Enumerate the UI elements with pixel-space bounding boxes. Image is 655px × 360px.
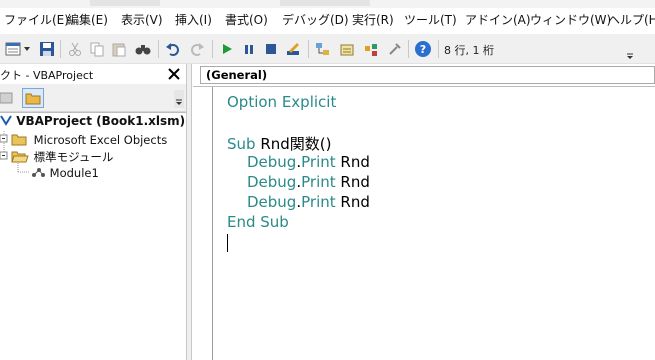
menu-help[interactable]: ヘルプ(H)	[608, 11, 655, 28]
menu-view[interactable]: 表示(V)	[121, 11, 163, 28]
menu-addins[interactable]: アドイン(A)	[465, 11, 531, 28]
undo-icon[interactable]	[164, 40, 182, 58]
panel-overflow-icon[interactable]	[174, 90, 184, 108]
code-text: Rnd	[335, 193, 370, 211]
title-shade	[90, 0, 160, 6]
toggle-folders-button[interactable]	[22, 88, 44, 108]
code-line-7: End Sub	[227, 213, 289, 231]
code-text: Rnd関数()	[255, 135, 332, 153]
standard-toolbar: ? 8 行, 1 桁	[0, 34, 655, 64]
run-icon[interactable]	[218, 40, 236, 58]
help-icon[interactable]: ?	[414, 40, 432, 58]
toolbox-icon[interactable]	[386, 40, 404, 58]
toolbar-separator	[408, 40, 409, 58]
code-line-6: Debug.Print Rnd	[247, 193, 370, 211]
tree-node-label: 標準モジュール	[33, 150, 114, 164]
menu-insert[interactable]: 挿入(I)	[175, 11, 212, 28]
title-strip	[0, 0, 655, 8]
keyword: Debug	[247, 153, 297, 171]
menu-format[interactable]: 書式(O)	[225, 11, 268, 28]
close-icon	[168, 68, 180, 80]
view-excel-icon[interactable]	[4, 40, 22, 58]
cut-icon[interactable]	[66, 40, 84, 58]
project-explorer-title: クト - VBAProject	[0, 69, 94, 82]
toolbar-separator	[158, 40, 159, 58]
open-folder-icon	[0, 151, 29, 163]
menu-file[interactable]: ファイル(E)	[4, 11, 69, 28]
pause-icon[interactable]	[240, 40, 258, 58]
tree-node-label: VBAProject (Book1.xlsm)	[16, 114, 186, 128]
view-code-icon[interactable]	[0, 90, 14, 106]
object-combo[interactable]: (General)	[200, 66, 655, 84]
keyword: End Sub	[227, 213, 289, 231]
tree-node-label: Module1	[49, 166, 99, 180]
module-icon	[32, 168, 45, 177]
paste-icon[interactable]	[110, 40, 128, 58]
menu-run[interactable]: 実行(R)	[352, 11, 394, 28]
reset-icon[interactable]	[262, 40, 280, 58]
code-line-1: Option Explicit	[227, 93, 336, 111]
folder-icon	[0, 134, 27, 146]
project-explorer-toolbar	[0, 84, 186, 112]
keyword: Debug	[247, 193, 297, 211]
close-panel-button[interactable]	[163, 64, 185, 84]
keyword: Print	[301, 173, 336, 191]
pane-splitter[interactable]	[186, 64, 192, 360]
keyword: Debug	[247, 173, 297, 191]
save-icon[interactable]	[38, 40, 56, 58]
toolbar-separator	[438, 40, 439, 58]
code-line-3: Sub Rnd関数()	[227, 133, 332, 154]
folder-icon	[25, 93, 41, 105]
svg-text:?: ?	[420, 43, 426, 56]
code-line-5: Debug.Print Rnd	[247, 173, 370, 191]
menu-window[interactable]: ウィンドウ(W)	[530, 11, 611, 28]
cursor-position-text: 8 行, 1 桁	[444, 44, 494, 57]
design-mode-icon[interactable]	[284, 40, 302, 58]
code-text: Rnd	[335, 173, 370, 191]
keyword: Print	[301, 153, 336, 171]
tree-node-modules-folder[interactable]: 標準モジュール	[0, 149, 113, 165]
menu-edit[interactable]: 編集(E)	[67, 11, 108, 28]
object-browser-icon[interactable]	[362, 40, 380, 58]
copy-icon[interactable]	[88, 40, 106, 58]
keyword: Sub	[227, 135, 256, 153]
toolbar-separator	[308, 40, 309, 58]
project-tree: VBAProject (Book1.xlsm) Microsoft Excel …	[0, 112, 186, 360]
toolbar-separator	[60, 40, 61, 58]
project-explorer-icon[interactable]	[314, 40, 332, 58]
margin-indicator-bar[interactable]	[193, 87, 213, 360]
keyword: Print	[301, 193, 336, 211]
toolbar-overflow-icon[interactable]	[626, 42, 634, 60]
code-line-4: Debug.Print Rnd	[247, 153, 370, 171]
text-caret	[227, 234, 228, 252]
redo-icon[interactable]	[188, 40, 206, 58]
title-shade	[280, 0, 370, 6]
tree-node-excel-objects[interactable]: Microsoft Excel Objects	[0, 132, 167, 147]
tree-node-label: Microsoft Excel Objects	[33, 133, 168, 147]
menu-debug[interactable]: デバッグ(D)	[282, 11, 349, 28]
menu-bar: ファイル(E) 編集(E) 表示(V) 挿入(I) 書式(O) デバッグ(D) …	[0, 8, 655, 32]
tree-node-project[interactable]: VBAProject (Book1.xlsm)	[0, 114, 185, 128]
properties-icon[interactable]	[338, 40, 356, 58]
menu-tools[interactable]: ツール(T)	[404, 11, 457, 28]
keyword: Option Explicit	[227, 93, 337, 111]
project-explorer-titlebar: クト - VBAProject	[0, 64, 186, 84]
dropdown-arrow-icon[interactable]	[22, 40, 32, 58]
vbaproject-icon	[0, 115, 12, 126]
toolbar-separator	[212, 40, 213, 58]
code-text: Rnd	[335, 153, 370, 171]
object-combo-value: (General)	[206, 68, 268, 82]
find-icon[interactable]	[134, 40, 152, 58]
tree-node-module1[interactable]: Module1	[30, 165, 99, 180]
